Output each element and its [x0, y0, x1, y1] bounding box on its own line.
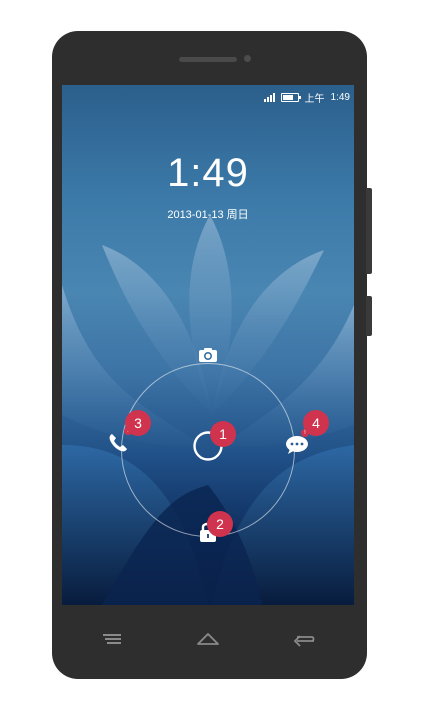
status-bar: 上午 1:49 — [263, 90, 350, 105]
badge-1: 1 — [210, 421, 236, 447]
volume-button[interactable] — [366, 188, 372, 274]
battery-icon — [280, 92, 301, 102]
phone-icon[interactable] — [108, 433, 128, 453]
front-camera — [244, 55, 251, 62]
home-icon[interactable] — [194, 628, 222, 650]
earpiece-speaker — [179, 57, 237, 62]
lock-date: 2013-01-13 周日 — [167, 209, 249, 221]
lock-clock: 1:49 — [167, 151, 249, 195]
status-time: 1:49 — [330, 91, 350, 103]
badge-2: 2 — [207, 511, 233, 537]
menu-icon[interactable] — [98, 628, 126, 650]
camera-icon[interactable] — [198, 347, 218, 363]
signal-icon — [263, 92, 275, 102]
back-icon[interactable] — [290, 628, 318, 650]
badge-3: 3 — [125, 410, 151, 436]
lock-screen: 上午 1:49 1:49 2013-01-13 周日 ! 3 ! 4 1 2 — [62, 85, 354, 605]
power-button[interactable] — [366, 296, 372, 336]
status-ampm: 上午 — [304, 93, 325, 105]
message-icon[interactable] — [285, 435, 309, 455]
badge-4: 4 — [303, 410, 329, 436]
